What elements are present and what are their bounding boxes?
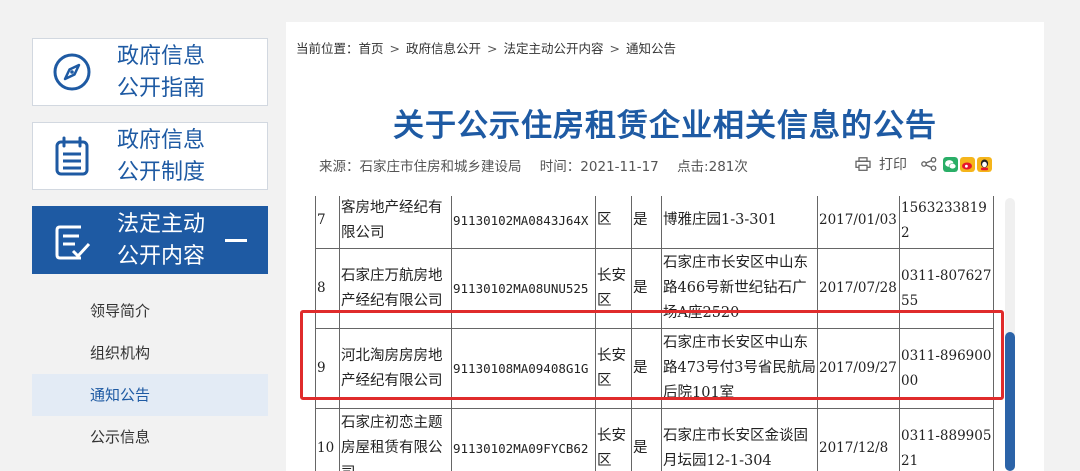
sidebar-item-public-info[interactable]: 公示信息 [32,416,268,458]
breadcrumb-separator: > [487,41,498,56]
breadcrumb-statutory[interactable]: 法定主动公开内容 [504,38,604,57]
table-row: 7 客房地产经纪有限公司 91130102MA0843J64X 区是博雅庄园1-3-3… [315,196,994,249]
wechat-icon[interactable] [943,156,958,172]
clipboard-icon [55,136,89,176]
breadcrumb-notices[interactable]: 通知公告 [626,38,676,57]
phone: 0311-80762755 [899,248,994,329]
sidebar-item-leaders[interactable]: 领导简介 [32,290,268,332]
row-number: 10 [315,408,340,471]
record-flag: 是 [631,248,662,329]
address: 博雅庄园1-3-301 [661,196,818,249]
document-check-icon [55,225,91,260]
phone: 0311-88990521 [899,408,994,471]
breadcrumb-home[interactable]: 首页 [359,38,384,57]
nav-gov-info-system[interactable]: 政府信息 公开制度 [32,122,268,190]
district: 区 [595,196,632,249]
register-date: 2017/09/27 [817,328,900,409]
article-title: 关于公示住房租赁企业相关信息的公告 [393,108,937,144]
district: 长安区 [595,408,632,471]
nav-label: 法定主动 公开内容 [117,212,206,269]
breadcrumb: 当前位置：首页 > 政府信息公开 > 法定主动公开内容 > 通知公告 [296,38,676,57]
row-number: 8 [315,248,340,329]
weibo-icon[interactable] [960,156,975,172]
phone: 15632338192 [899,196,994,249]
credit-code: 91130102MA0843J64X [451,196,596,249]
share-icon[interactable] [921,157,937,171]
scrollbar-thumb[interactable] [1005,332,1015,471]
record-flag: 是 [631,408,662,471]
district: 长安区 [595,248,632,329]
company-name: 客房地产经纪有限公司 [339,196,452,249]
register-date: 2017/12/8 [817,408,900,471]
row-number: 9 [315,328,340,409]
record-flag: 是 [631,196,662,249]
article-meta: 来源：石家庄市住房和城乡建设局 时间：2021-11-17 点击:281次 [319,155,762,175]
district: 长安区 [595,328,632,409]
company-name: 石家庄初恋主题房屋租赁有限公司 [339,408,452,471]
nav-label: 政府信息 公开制度 [117,128,206,185]
table-row: 8 石家庄万航房地产经纪有限公司 91130102MA08UNU525 长安区是石家庄… [315,248,994,329]
breadcrumb-separator: > [389,41,401,56]
nav-label: 政府信息 公开指南 [117,44,206,101]
credit-code: 91130102MA08UNU525 [451,248,596,329]
breadcrumb-prefix: 当前位置： [296,41,359,56]
article-source: 来源：石家庄市住房和城乡建设局 [319,159,522,175]
article-panel: 当前位置：首页 > 政府信息公开 > 法定主动公开内容 > 通知公告 关于公示住房租赁企业相… [286,22,1044,471]
address: 石家庄市长安区中山东路466号新世纪钻石广场A座2520 [661,248,818,329]
collapse-minus-icon[interactable] [225,239,247,242]
address: 石家庄市长安区金谈固月坛园12-1-304 [661,408,818,471]
nav-statutory-disclosure[interactable]: 法定主动 公开内容 [32,206,268,274]
sidebar-item-notices[interactable]: 通知公告 [32,374,268,416]
row-number: 7 [315,196,340,249]
company-name: 河北淘房房房地产经纪有限公司 [339,328,452,409]
breadcrumb-separator: > [609,41,621,56]
company-table: 7 客房地产经纪有限公司 91130102MA0843J64X 区是博雅庄园1-3-3… [315,196,1001,471]
article-time: 时间：2021-11-17 [539,159,659,175]
sidebar-item-organization[interactable]: 组织机构 [32,332,268,374]
register-date: 2017/07/28 [817,248,900,329]
credit-code: 91130102MA09FYCB62 [451,408,596,471]
company-name: 石家庄万航房地产经纪有限公司 [339,248,452,329]
qzone-icon[interactable] [977,156,992,172]
record-flag: 是 [631,328,662,409]
article-clicks: 点击:281次 [677,159,748,175]
address: 石家庄市长安区中山东路473号付3号省民航局后院101室 [661,328,818,409]
print-button[interactable]: 打印 [879,154,907,174]
table-row: 9 河北淘房房房地产经纪有限公司 91130108MA09408G1G 长安区是石家庄… [315,328,994,409]
breadcrumb-gov-info[interactable]: 政府信息公开 [406,38,481,57]
register-date: 2017/01/03 [817,196,900,249]
article-tools: 打印 [855,154,992,174]
printer-icon[interactable] [855,157,871,171]
credit-code: 91130108MA09408G1G [451,328,596,409]
phone: 0311-89690000 [899,328,994,409]
compass-icon [53,53,91,91]
table-row: 10石家庄初恋主题房屋租赁有限公司91130102MA09FYCB62长安区是石… [315,408,994,471]
nav-gov-info-guide[interactable]: 政府信息 公开指南 [32,38,268,106]
